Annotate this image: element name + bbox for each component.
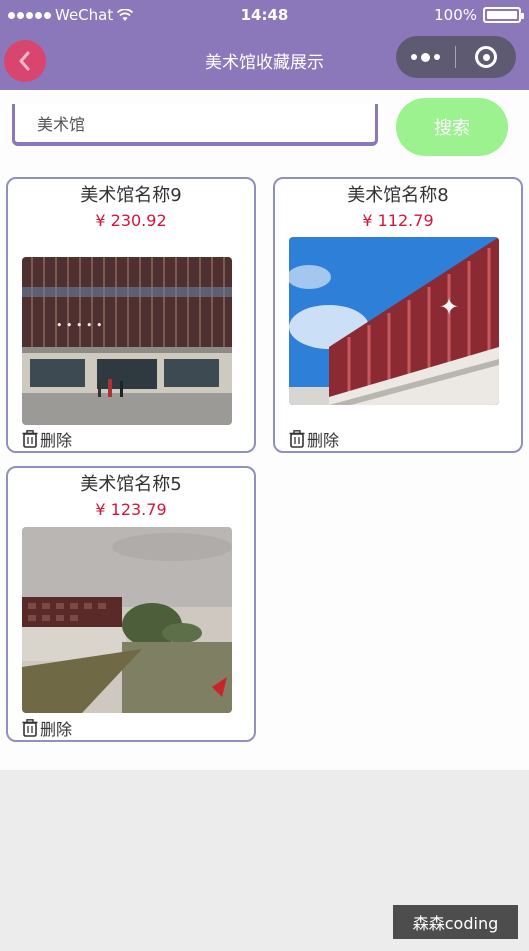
search-field [12,104,378,146]
search-button[interactable]: 搜索 [396,98,508,156]
delete-label: 删除 [40,431,73,450]
museum-name: 美术馆名称5 [80,474,182,495]
museum-card[interactable]: 美术馆名称9 ¥ 230.92 • • • • • 删除 [6,177,256,453]
svg-text:• • • • •: • • • • • [56,319,102,332]
delete-label: 删除 [40,720,73,739]
trash-icon [289,430,305,448]
more-button[interactable] [396,36,455,78]
status-right: 100% [434,6,524,24]
more-dots-icon [411,54,417,60]
museum-price: ¥ 123.79 [95,500,167,519]
search-input[interactable] [15,104,375,142]
delete-label: 删除 [307,431,340,450]
nav-bar: 美术馆收藏展示 [0,32,529,90]
museum-image: • • • • • [22,257,232,425]
status-bar: WeChat 14:48 100% [0,0,529,32]
menu-capsule [396,36,516,78]
trash-icon [22,719,38,737]
museum-name: 美术馆名称9 [80,185,182,206]
museum-image: ✦ [289,237,499,405]
close-button[interactable] [456,36,516,78]
delete-button[interactable]: 删除 [22,716,72,740]
museum-name: 美术馆名称8 [347,185,449,206]
museum-price: ¥ 230.92 [95,211,167,230]
museum-card[interactable]: 美术馆名称5 ¥ 123.79 删除 [6,466,256,742]
svg-text:✦: ✦ [439,293,459,321]
battery-percent: 100% [434,6,477,24]
trash-icon [22,430,38,448]
battery-icon [483,7,524,23]
museum-price: ¥ 112.79 [362,211,434,230]
delete-button[interactable]: 删除 [289,427,339,451]
delete-button[interactable]: 删除 [22,427,72,451]
watermark: 森森coding [393,905,518,939]
museum-image [22,527,232,713]
museum-card[interactable]: 美术馆名称8 ¥ 112.79 ✦ 删除 [273,177,523,453]
main-content: 搜索 美术馆名称9 ¥ 230.92 [0,90,529,770]
target-circle-icon [475,46,497,68]
